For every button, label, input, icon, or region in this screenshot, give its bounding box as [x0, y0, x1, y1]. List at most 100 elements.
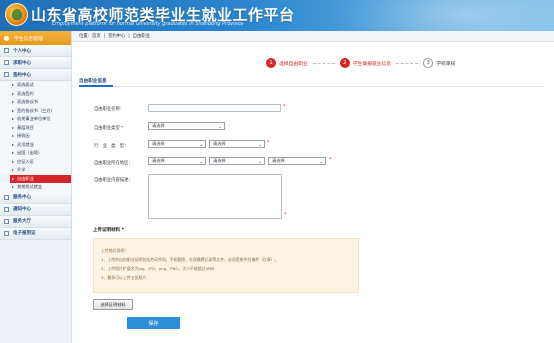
sidebar-item-label: 个人中心	[13, 48, 31, 54]
sidebar-item-service[interactable]: 服务中心	[0, 191, 71, 204]
arrow-right-icon	[12, 84, 14, 87]
description-label: 自由职业内容描述：	[94, 178, 133, 183]
sidebar-item-job[interactable]: 求职中心	[0, 57, 71, 69]
arrow-right-icon	[12, 169, 14, 172]
breadcrumb-home[interactable]: 首页	[92, 33, 101, 39]
breadcrumb-prefix: 位置:	[79, 34, 90, 39]
sidebar-subitem-label: 签约协议书（三方）	[17, 107, 55, 113]
step-connector	[396, 62, 419, 64]
chevron-down-icon: ⌄	[199, 159, 203, 164]
sidebar-subitem[interactable]: 其他形式就业	[0, 183, 71, 192]
type-label: 自由职业类型 *	[94, 126, 124, 131]
sidebar-item-report[interactable]: 电子报到证	[0, 227, 71, 240]
folder-icon	[4, 206, 9, 212]
sidebar-subitem[interactable]: 双选协议书	[0, 98, 71, 107]
arrow-right-icon	[12, 135, 14, 138]
step-label: 选择自由职业	[279, 61, 308, 67]
province-select[interactable]: 请选择 ⌄	[148, 157, 206, 165]
arrow-right-icon	[12, 126, 14, 129]
required-mark: *	[283, 104, 286, 110]
sidebar-item-label: 电子报到证	[13, 231, 36, 236]
chevron-down-icon: ⌄	[258, 159, 262, 164]
district-select[interactable]: 请选择 ⌄	[268, 157, 326, 165]
arrow-right-icon	[12, 101, 14, 104]
sidebar-subitem[interactable]: 机关事业单位单位	[0, 115, 71, 124]
sidebar-subitem-label: 其他形式就业	[17, 184, 43, 190]
progress-steps: 1 选择自由职业 2 学生填报就业信息 3 学校审核	[266, 58, 455, 68]
sidebar-subitem[interactable]: 应征入伍	[0, 157, 71, 166]
chevron-down-icon: ⌄	[258, 142, 262, 147]
upload-notice: 上传格式说明： 1、上传的自由职业证明包括劳动合同、手机截图、社保缴费记录等文件…	[93, 238, 359, 293]
arrow-right-icon	[12, 118, 14, 121]
breadcrumb-current: 自由职业	[132, 34, 150, 39]
arrow-right-icon	[12, 143, 14, 146]
name-input[interactable]	[148, 104, 281, 112]
chevron-down-icon: ⌄	[199, 142, 203, 147]
sidebar-subitem-label: 双选签约	[17, 90, 34, 96]
breadcrumb-contract[interactable]: 签约中心	[108, 33, 125, 39]
folder-icon	[4, 218, 9, 224]
sidebar-item-label: 通知中心	[13, 207, 31, 212]
sidebar-item-contract[interactable]: 签约中心	[0, 69, 71, 81]
sidebar-subitem[interactable]: 升学	[0, 166, 71, 175]
sidebar-subitem-label: 机关事业单位单位	[17, 116, 51, 122]
sidebar-subitem[interactable]: 双选签约	[0, 89, 71, 98]
chevron-down-icon: ⌄	[218, 124, 222, 129]
sidebar-subitem[interactable]: 签约协议书（三方）	[0, 106, 71, 115]
step-number: 3	[423, 58, 434, 68]
description-textarea[interactable]	[148, 174, 282, 219]
step-number: 2	[339, 58, 350, 68]
industry-select-1[interactable]: 请选择 ⌄	[148, 140, 206, 148]
sidebar-header-label: 学生信息管理	[14, 36, 43, 42]
site-header: 山东省高校师范类毕业生就业工作平台 Employment platform fo…	[0, 0, 554, 31]
sidebar-item-personal[interactable]: 个人中心	[0, 45, 71, 57]
industry-select-2[interactable]: 请选择 ⌄	[209, 140, 265, 148]
folder-icon	[4, 194, 9, 200]
required-mark: *	[329, 157, 332, 163]
sidebar-subitem[interactable]: 接收函	[0, 132, 71, 141]
sidebar: 学生信息管理 个人中心 求职中心 签约中心 双选面试 双选签约 双选协议书 签约…	[0, 31, 72, 343]
sidebar-item-label: 求职中心	[13, 60, 31, 66]
notice-line-1: 1、上传的自由职业证明包括劳动合同、手机截图、社保缴费记录等文件，必须是原件扫描…	[101, 257, 279, 262]
arrow-right-icon	[12, 152, 14, 155]
select-value: 请选择	[152, 123, 165, 128]
sidebar-subitem[interactable]: 灵活就业	[0, 140, 71, 149]
breadcrumb: 位置: 首页 | 签约中心 | 自由职业	[72, 31, 554, 42]
logo-emblem	[12, 9, 22, 20]
city-select[interactable]: 请选择 ⌄	[209, 157, 265, 165]
sidebar-subitem-label: 基层项目	[17, 124, 34, 130]
select-value: 请选择	[213, 141, 226, 146]
sidebar-subitem[interactable]: 基层项目	[0, 123, 71, 132]
sidebar-subitem[interactable]: 双选面试	[0, 81, 71, 90]
sidebar-subitem-label: 升学	[17, 167, 26, 173]
select-value: 请选择	[213, 158, 226, 163]
step-number: 1	[266, 58, 276, 68]
select-value: 请选择	[272, 158, 285, 163]
sidebar-subitem-label: 自由职业	[17, 175, 34, 181]
site-subtitle: Employment platform for normal universit…	[52, 21, 244, 27]
name-label: 自由职业名称：	[94, 107, 125, 112]
sidebar-item-hall[interactable]: 服务大厅	[0, 215, 71, 228]
tab-free-occupation[interactable]: 自由职业信息	[79, 78, 107, 84]
sidebar-subitem-active[interactable]: 自由职业	[10, 174, 71, 183]
sidebar-item-notice[interactable]: 通知中心	[0, 203, 71, 216]
type-select[interactable]: 请选择 ⌄	[148, 122, 225, 130]
select-value: 请选择	[152, 158, 165, 163]
save-button[interactable]: 保存	[127, 317, 180, 329]
sidebar-subitem-label: 应征入伍	[17, 158, 34, 164]
arrow-right-icon	[12, 109, 14, 112]
breadcrumb-separator: |	[103, 33, 106, 39]
arrow-right-icon	[12, 177, 14, 180]
arrow-right-icon	[12, 160, 14, 163]
sidebar-subitem[interactable]: 出国（出境）	[0, 149, 71, 158]
location-label: 自由职业所在地区：	[94, 161, 133, 166]
folder-icon	[4, 230, 9, 236]
sidebar-item-label: 服务大厅	[13, 219, 31, 224]
choose-file-button[interactable]: 选择证明材料	[93, 299, 133, 310]
required-mark: *	[267, 140, 270, 146]
user-icon	[4, 35, 9, 41]
chevron-down-icon: ⌄	[319, 159, 323, 164]
arrow-right-icon	[12, 186, 14, 189]
sidebar-header[interactable]: 学生信息管理	[0, 31, 71, 45]
step-2: 2 学生填报就业信息	[339, 58, 391, 68]
